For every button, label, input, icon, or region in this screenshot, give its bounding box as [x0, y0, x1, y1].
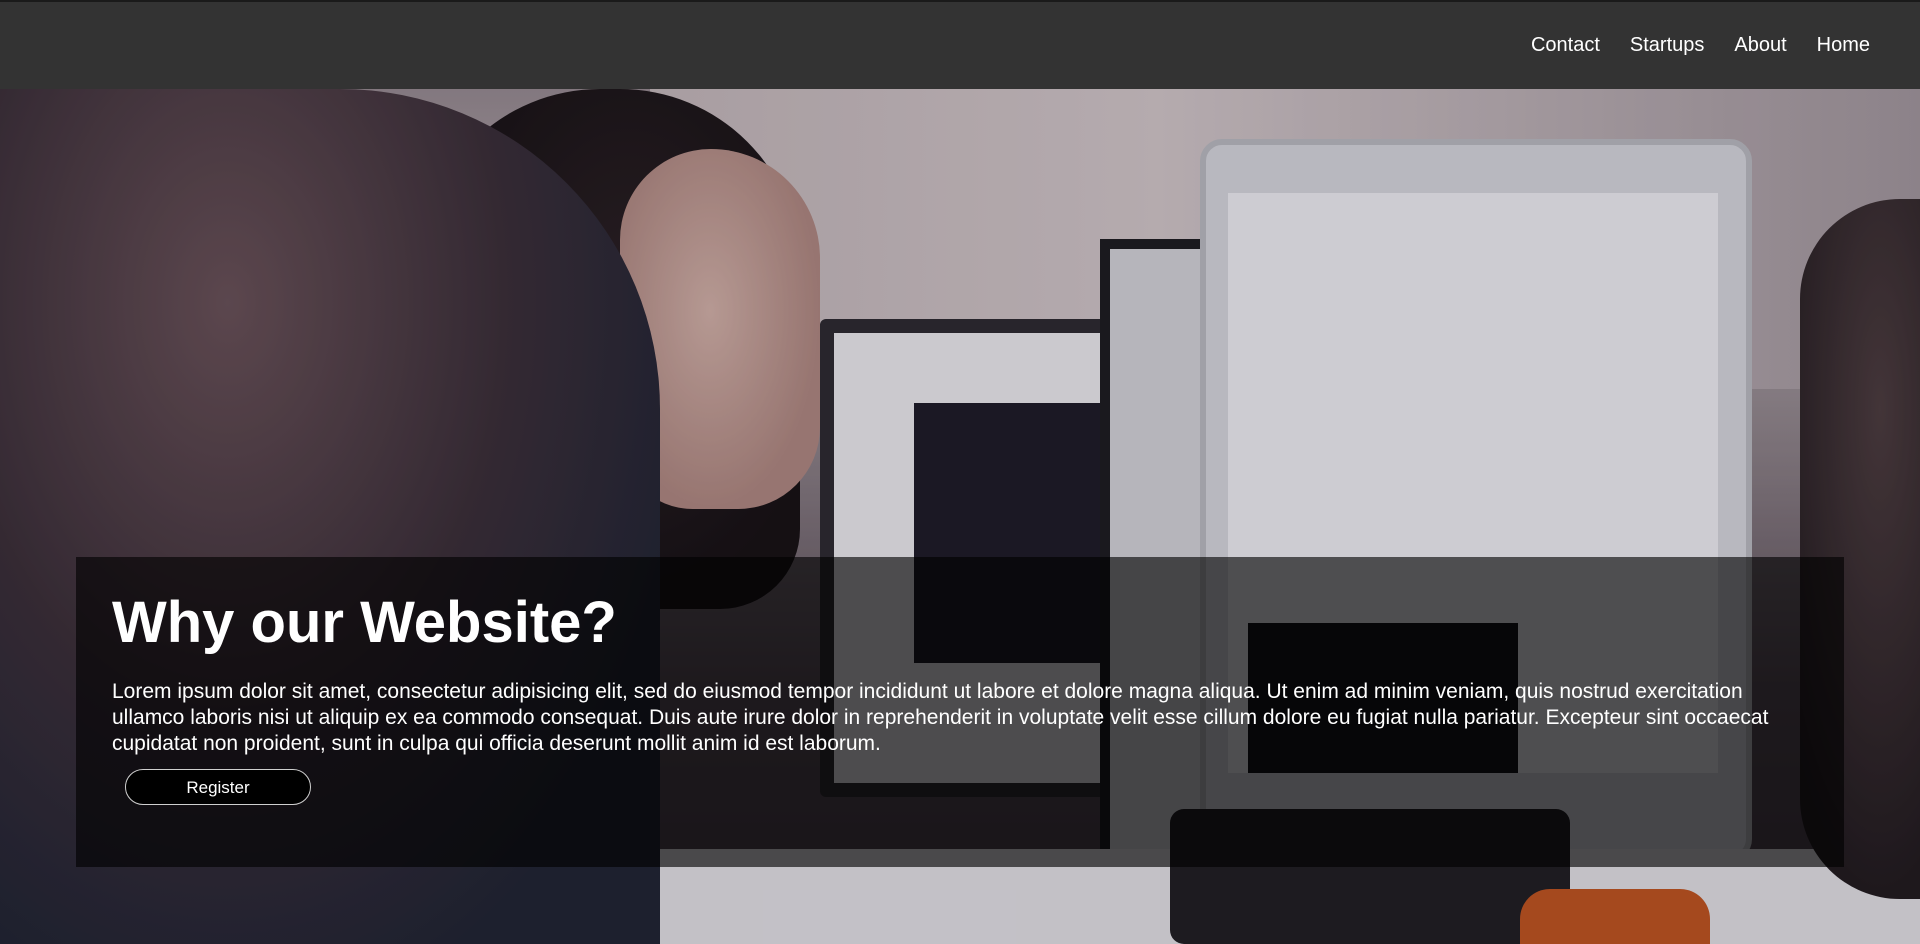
top-navbar: Home About Startups Contact	[0, 0, 1920, 89]
nav-link-contact[interactable]: Contact	[1531, 32, 1600, 58]
register-button[interactable]: Register	[125, 769, 311, 805]
nav-links: Home About Startups Contact	[1531, 32, 1870, 58]
hero-body-text: Lorem ipsum dolor sit amet, consectetur …	[112, 680, 1769, 755]
hero-callout: Why our Website? Lorem ipsum dolor sit a…	[76, 557, 1844, 867]
nav-link-startups[interactable]: Startups	[1630, 32, 1704, 58]
nav-link-about[interactable]: About	[1734, 32, 1786, 58]
page: Home About Startups Contact Why our Webs…	[0, 0, 1920, 944]
hero-title: Why our Website?	[112, 590, 617, 655]
nav-link-home[interactable]: Home	[1817, 32, 1870, 58]
